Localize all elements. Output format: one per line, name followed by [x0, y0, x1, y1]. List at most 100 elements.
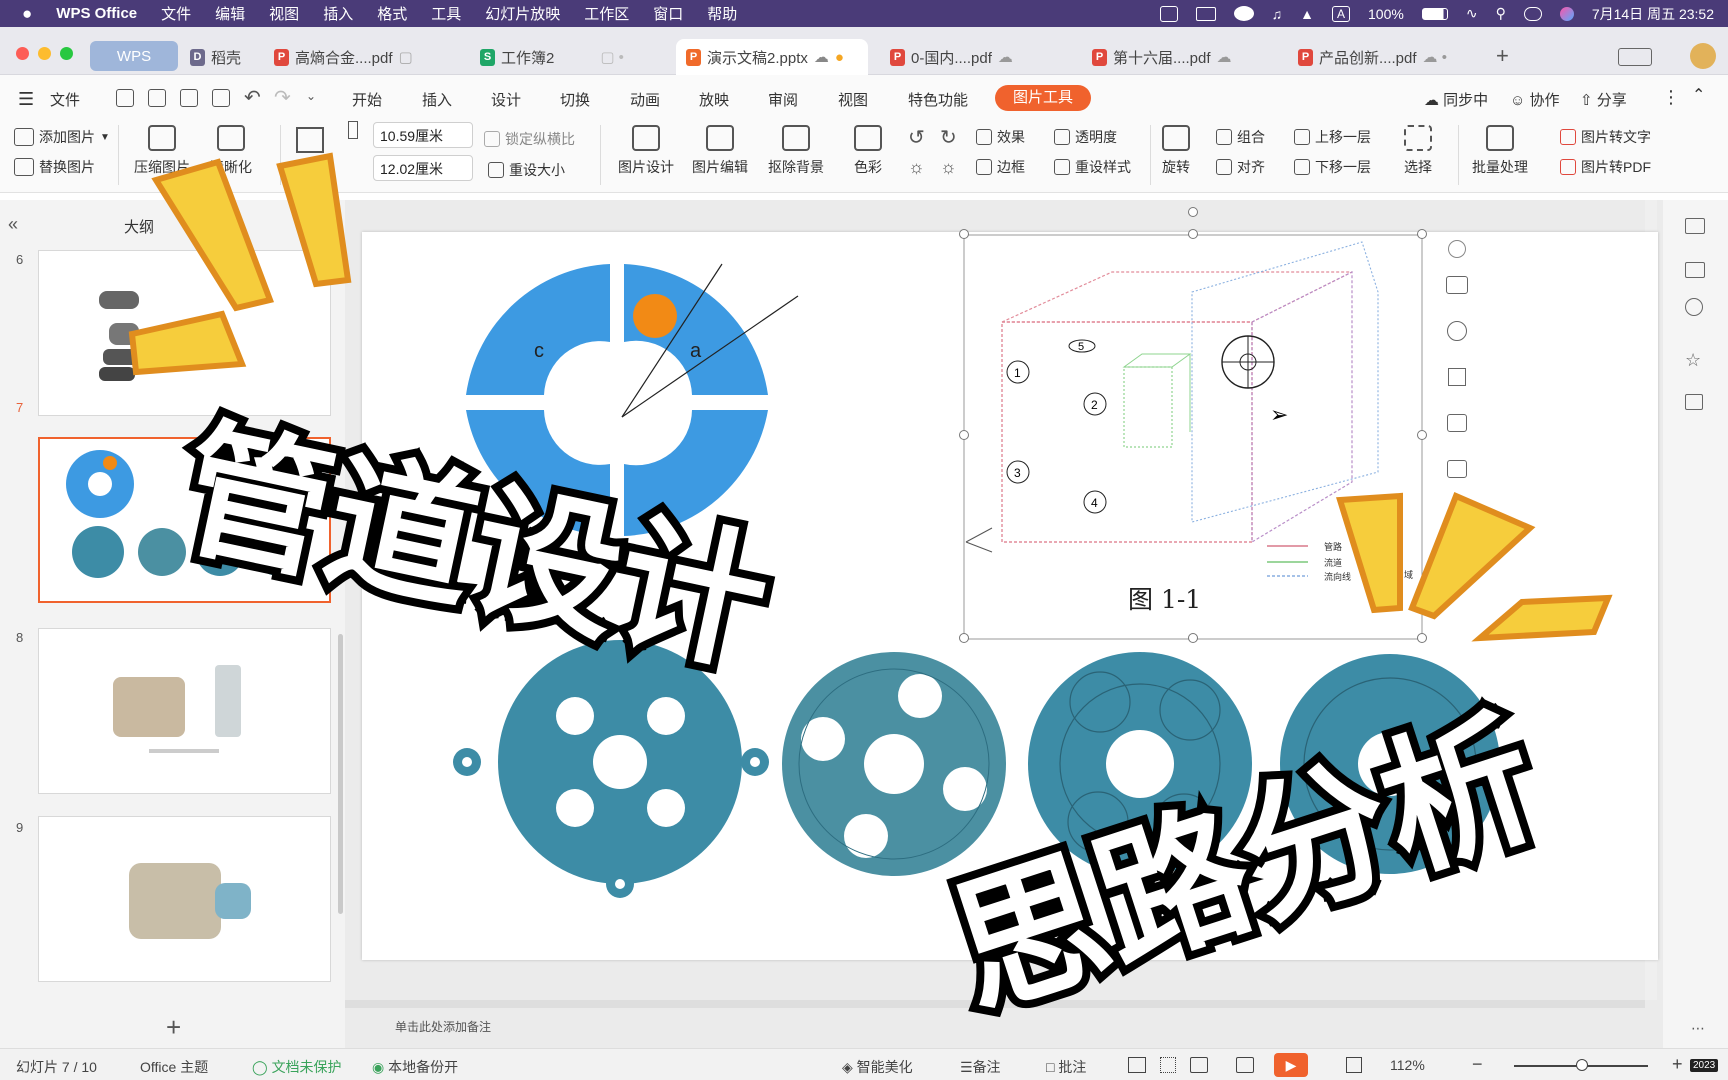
print-icon[interactable] [180, 89, 198, 107]
tab-wps-home[interactable]: WPS [90, 41, 178, 71]
tab-view[interactable]: 视图 [838, 89, 868, 110]
screen-icon[interactable] [1195, 6, 1216, 21]
menu-slideshow[interactable]: 幻灯片放映 [473, 3, 572, 24]
wechat-icon[interactable] [1233, 6, 1254, 21]
sync-status[interactable]: ☁ 同步中 [1424, 89, 1488, 110]
group-button[interactable]: 组合 [1216, 127, 1265, 147]
resize-handle-ne[interactable] [1417, 229, 1427, 239]
tab-workbook[interactable]: S 工作簿2 ▢ • [470, 39, 670, 75]
menu-file[interactable]: 文件 [149, 3, 203, 24]
float-edit-picture-button[interactable] [1440, 406, 1474, 440]
zoom-in-button[interactable]: + [1672, 1054, 1683, 1075]
brightness-down-icon[interactable]: ☼ [940, 157, 957, 178]
float-layers-button[interactable] [1440, 268, 1474, 302]
tab-playback[interactable]: 放映 [699, 89, 729, 110]
transparency-button[interactable]: 透明度 [1054, 127, 1117, 147]
graduation-icon[interactable]: ▲ [1300, 6, 1314, 22]
picture-edit-button[interactable]: 图片编辑 [692, 125, 748, 177]
picture-to-pdf-button[interactable]: 图片转PDF [1560, 157, 1651, 177]
float-ocr-button[interactable] [1440, 452, 1474, 486]
tab-count-icon[interactable] [1618, 48, 1652, 66]
tab-design[interactable]: 设计 [491, 89, 521, 110]
tab-picture-tools[interactable]: 图片工具 [995, 85, 1091, 111]
grid-view-icon[interactable] [1160, 1057, 1176, 1073]
menu-edit[interactable]: 编辑 [203, 3, 257, 24]
slide-thumbnail-8[interactable] [38, 628, 331, 794]
resize-handle-e[interactable] [1417, 430, 1427, 440]
tab-animation[interactable]: 动画 [630, 89, 660, 110]
float-crop-button[interactable] [1440, 360, 1474, 394]
menu-window[interactable]: 窗口 [641, 3, 695, 24]
resize-handle-nw[interactable] [959, 229, 969, 239]
menu-insert[interactable]: 插入 [311, 3, 365, 24]
minimize-window-button[interactable] [38, 47, 51, 60]
menu-workspace[interactable]: 工作区 [572, 3, 641, 24]
float-zoom-button[interactable] [1440, 314, 1474, 348]
notes-placeholder[interactable]: 单击此处添加备注 [395, 1018, 491, 1035]
control-center-icon[interactable] [1523, 6, 1542, 21]
resize-handle-s[interactable] [1188, 633, 1198, 643]
more-icon[interactable]: ⋮ [1662, 87, 1680, 108]
save-icon[interactable] [116, 89, 134, 107]
app-name[interactable]: WPS Office [44, 5, 149, 22]
reset-style-button[interactable]: 重设样式 [1054, 157, 1131, 177]
resize-handle-n[interactable] [1188, 229, 1198, 239]
sidebar-more-icon[interactable]: ⋯ [1691, 1020, 1705, 1037]
print-preview-icon[interactable] [212, 89, 230, 107]
height-input[interactable]: 12.02厘米 [373, 155, 473, 181]
theme-name[interactable]: Office 主题 [140, 1057, 208, 1077]
comment-button[interactable]: □ 批注 [1046, 1057, 1086, 1077]
zoom-slider-thumb[interactable] [1576, 1059, 1588, 1071]
effect-button[interactable]: 效果 [976, 127, 1025, 147]
rotate-handle[interactable] [1188, 207, 1198, 217]
float-collapse-button[interactable] [1440, 232, 1474, 266]
width-input[interactable]: 10.59厘米 [373, 122, 473, 148]
normal-view-icon[interactable] [1128, 1057, 1146, 1073]
present-mode-icon[interactable] [1236, 1057, 1254, 1073]
notes-button[interactable]: ☰备注 [960, 1057, 1001, 1077]
batch-process-button[interactable]: 批量处理 [1472, 125, 1528, 177]
tab-review[interactable]: 审阅 [768, 89, 798, 110]
tab-pdf-gaoshang[interactable]: P 高熵合金....pdf ▢ [264, 39, 464, 75]
datetime[interactable]: 7月14日 周五 23:52 [1592, 4, 1714, 24]
history-icon[interactable] [1685, 298, 1703, 316]
collab-button[interactable]: ☺ 协作 [1510, 89, 1560, 110]
rotate-right-icon[interactable]: ↻ [940, 125, 957, 150]
apple-icon[interactable]: ● [0, 4, 44, 24]
border-button[interactable]: 边框 [976, 157, 1025, 177]
reading-view-icon[interactable] [1190, 1057, 1208, 1073]
select-button[interactable]: 选择 [1404, 125, 1432, 177]
tab-transition[interactable]: 切换 [560, 89, 590, 110]
screen-share-icon[interactable]: ▢ • [600, 48, 624, 66]
slide-thumbnail-9[interactable] [38, 816, 331, 982]
picture-to-text-button[interactable]: 图片转文字 [1560, 127, 1651, 147]
resize-handle-w[interactable] [959, 430, 969, 440]
smart-beautify-button[interactable]: ◈ 智能美化 [842, 1057, 913, 1077]
protect-status[interactable]: ◯ 文档未保护 [252, 1057, 342, 1077]
ribbon-file-menu[interactable]: 文件 [50, 89, 80, 110]
zoom-out-button[interactable]: − [1472, 1054, 1483, 1075]
undo-icon[interactable]: ↶ [244, 85, 261, 110]
menu-format[interactable]: 格式 [365, 3, 419, 24]
lock-ratio-checkbox[interactable]: 锁定纵横比 [484, 129, 575, 149]
zoom-level[interactable]: 112% [1390, 1057, 1425, 1073]
picture-design-button[interactable]: 图片设计 [618, 125, 674, 177]
rotate-left-icon[interactable]: ↺ [908, 125, 925, 150]
reset-size-button[interactable]: 重设大小 [488, 160, 565, 180]
tab-pdf-chanpin[interactable]: P 产品创新....pdf ☁ • [1288, 39, 1476, 75]
backup-status[interactable]: ◉ 本地备份开 [372, 1057, 458, 1077]
resize-handle-sw[interactable] [959, 633, 969, 643]
screen-share-icon[interactable]: ▢ [399, 48, 413, 66]
color-button[interactable]: 色彩 [854, 125, 882, 177]
maximize-window-button[interactable] [60, 47, 73, 60]
new-tab-button[interactable]: + [1496, 43, 1509, 69]
redo-icon[interactable]: ↷ [274, 85, 291, 110]
add-slide-button[interactable]: + [166, 1012, 181, 1043]
star-icon[interactable]: ☆ [1685, 350, 1701, 371]
play-slideshow-button[interactable]: ▶ [1274, 1053, 1308, 1077]
thumbnail-scrollbar[interactable] [338, 634, 343, 914]
hamburger-icon[interactable]: ☰ [18, 89, 34, 110]
input-method-indicator[interactable]: A [1332, 5, 1351, 22]
align-button[interactable]: 对齐 [1216, 157, 1265, 177]
tab-insert[interactable]: 插入 [422, 89, 452, 110]
